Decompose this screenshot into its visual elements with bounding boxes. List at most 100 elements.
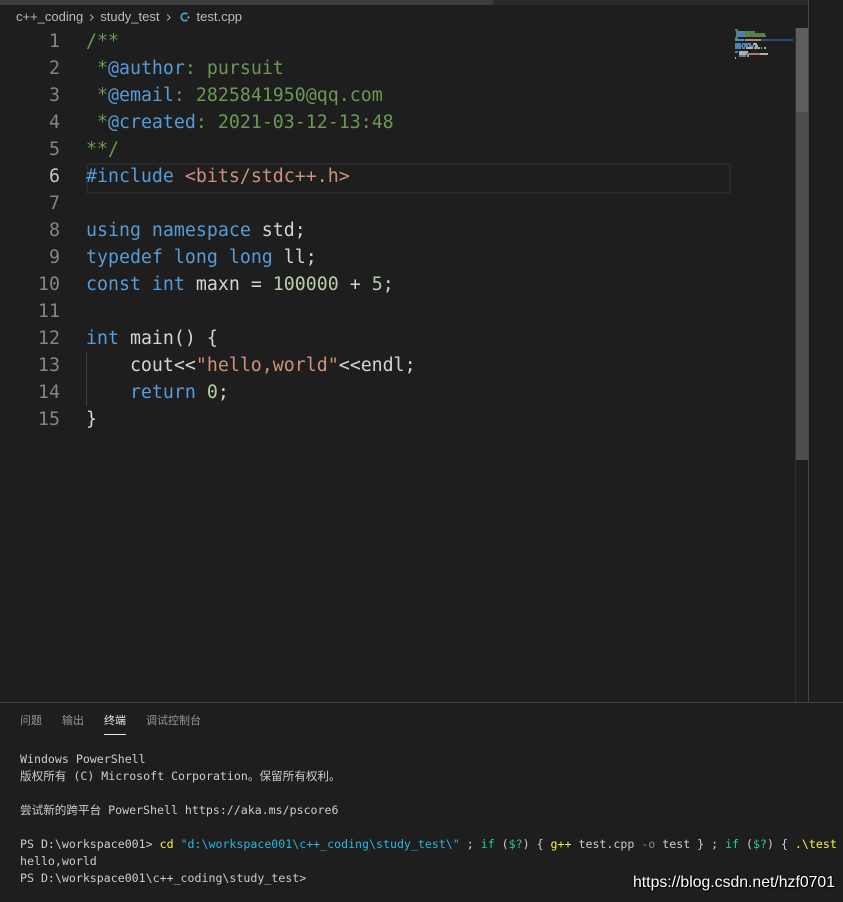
terminal-token-default: hello,world (20, 854, 97, 868)
terminal-line: Windows PowerShell (20, 751, 843, 768)
code-token-comment: **/ (86, 139, 119, 160)
code-line[interactable]: 10 const int maxn = 100000 + 5; (0, 271, 795, 298)
terminal-token-default: ; (459, 837, 481, 851)
code-token-number: 0 (195, 382, 218, 403)
line-number: 5 (49, 139, 60, 160)
line-number: 13 (38, 355, 60, 376)
line-text: *@email: 2825841950@qq.com (86, 82, 383, 109)
code-token-comment: * (86, 58, 108, 79)
editor-group-divider[interactable] (808, 0, 809, 702)
code-token-keyword: namespace (140, 220, 251, 241)
code-token-plain: cout<< (86, 355, 196, 376)
terminal-token-default: ) { (522, 837, 551, 851)
terminal-token-command: cd (159, 837, 174, 851)
code-line[interactable]: 7 (0, 190, 795, 217)
code-token-doctag: @created (107, 112, 196, 133)
breadcrumb-folder-study_test[interactable]: study_test (100, 6, 159, 28)
code-token-number: 5 (371, 274, 383, 295)
code-line[interactable]: 14 return 0; (0, 379, 795, 406)
code-line[interactable]: 15} (0, 406, 795, 433)
code-line[interactable]: 2 *@author: pursuit (0, 55, 795, 82)
code-token-keyword: int (86, 328, 119, 349)
terminal-line: 版权所有 (C) Microsoft Corporation。保留所有权利。 (20, 768, 843, 785)
code-line[interactable]: 1 /** (0, 28, 795, 55)
code-token-keyword: using (86, 220, 141, 241)
terminal-token-command: g++ (550, 837, 572, 851)
line-number: 9 (49, 247, 60, 268)
terminal-token-default: 尝试新的跨平台 PowerShell https://aka.ms/pscore… (20, 803, 339, 817)
code-token-plain: + (338, 274, 372, 295)
code-line[interactable]: 3 *@email: 2825841950@qq.com (0, 82, 795, 109)
minimap-token (735, 57, 737, 59)
line-text: const int maxn = 100000 + 5; (86, 271, 394, 298)
line-number: 1 (49, 31, 60, 52)
terminal-token-default: 版权所有 (C) Microsoft Corporation。保留所有权利。 (20, 769, 341, 783)
panel-tabs: 问题 输出 终端 调试控制台 (20, 711, 221, 735)
code-token-number: 100000 (272, 274, 339, 295)
chevron-right-icon (166, 13, 171, 21)
code-token-keyword: return (86, 382, 196, 403)
code-token-keyword: int (140, 274, 185, 295)
code-line[interactable]: 11 (0, 298, 795, 325)
line-number: 3 (49, 85, 60, 106)
code-token-keyword: long (162, 247, 218, 268)
code-line[interactable]: 5 **/ (0, 136, 795, 163)
code-token-keyword: #include (86, 166, 174, 187)
code-line[interactable]: 12 int main() { (0, 325, 795, 352)
terminal-line: hello,world (20, 853, 843, 870)
breadcrumb: c++_coding study_test test.cpp (0, 6, 242, 28)
code-token-plain: } (86, 409, 97, 430)
editor-vertical-scrollbar[interactable] (795, 28, 808, 702)
tab-output[interactable]: 输出 (62, 711, 84, 735)
code-token-comment: : pursuit (184, 58, 284, 79)
code-line[interactable]: 4 *@created: 2021-03-12-13:48 (0, 109, 795, 136)
terminal-token-default: Windows PowerShell (20, 752, 146, 766)
code-token-comment: * (86, 112, 108, 133)
terminal-token-default: PS D:\workspace001> (20, 837, 160, 851)
code-token-plain: ; (382, 274, 394, 295)
code-token-plain: main() { (118, 328, 218, 349)
line-text: *@created: 2021-03-12-13:48 (86, 109, 394, 136)
line-text: int main() { (86, 325, 218, 352)
line-number: 4 (49, 112, 60, 133)
watermark: https://blog.csdn.net/hzf0701 (633, 874, 835, 891)
code-line[interactable]: 6 #include <bits/stdc++.h> (0, 163, 795, 194)
terminal-token-variable: $? (753, 837, 767, 851)
line-number: 8 (49, 220, 60, 241)
code-token-doctag: @email (107, 85, 174, 106)
tab-bar-scroll-thumb[interactable] (0, 0, 493, 5)
minimap[interactable] (735, 29, 793, 69)
code-token-comment: : 2825841950@qq.com (173, 85, 383, 106)
code-token-doctag: @author (107, 58, 185, 79)
code-line[interactable]: 13 cout<<"hello,world"<<endl; (0, 352, 795, 379)
tab-problems[interactable]: 问题 (20, 711, 42, 735)
code-line[interactable]: 9 typedef long long ll; (0, 244, 795, 271)
code-token-plain: ll; (272, 247, 317, 268)
code-editor[interactable]: 1/** 2 *@author: pursuit 3 *@email: 282584… (0, 28, 795, 702)
line-text: /** (86, 28, 119, 55)
terminal-token-parameter: -o (641, 837, 656, 851)
code-token-string: "hello,world" (195, 355, 339, 376)
terminal-token-keyword: if (725, 837, 740, 851)
terminal-token-default: test.cpp (571, 837, 642, 851)
line-number: 7 (49, 193, 60, 214)
breadcrumb-folder-c++_coding[interactable]: c++_coding (16, 6, 83, 28)
tab-debug-console[interactable]: 调试控制台 (146, 711, 201, 735)
line-number: 12 (38, 328, 60, 349)
tab-terminal[interactable]: 终端 (104, 711, 126, 735)
code-token-keyword: typedef (86, 247, 163, 268)
line-number: 10 (38, 274, 60, 295)
tab-bar-scrollbar[interactable] (0, 0, 808, 5)
line-text: #include <bits/stdc++.h> (86, 163, 350, 190)
terminal-line: PS D:\workspace001> cd "d:\workspace001\… (20, 836, 843, 853)
chevron-right-icon (90, 13, 95, 21)
code-token-comment: * (86, 85, 108, 106)
code-line[interactable]: 8 using namespace std; (0, 217, 795, 244)
terminal-token-string: "d:\workspace001\c++_coding\study_test\" (173, 837, 460, 851)
terminal-token-default: test } ; (655, 837, 726, 851)
breadcrumb-file-test-cpp[interactable]: test.cpp (197, 6, 243, 28)
bottom-panel: 问题 输出 终端 调试控制台 Windows PowerShell 版权所有 (C… (0, 702, 843, 902)
code-token-comment: : 2021-03-12-13:48 (195, 112, 394, 133)
terminal-token-command: .\test (794, 837, 837, 851)
terminal-token-variable: $? (508, 837, 523, 851)
